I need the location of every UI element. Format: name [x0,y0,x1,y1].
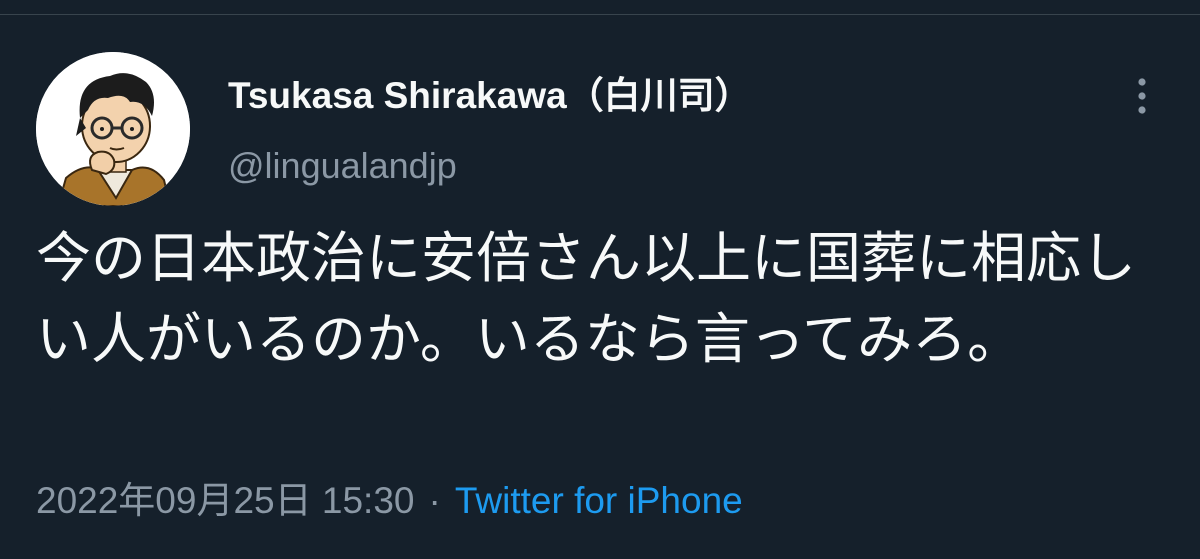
tweet-source-link[interactable]: Twitter for iPhone [455,480,743,521]
more-options-button[interactable] [1124,72,1160,120]
tweet-timestamp[interactable]: 2022年09月25日 15:30 [36,480,415,521]
author-handle[interactable]: @lingualandjp [228,144,457,188]
cartoon-man-with-glasses-avatar [36,52,190,206]
top-divider [0,14,1200,15]
more-vertical-icon [1138,78,1146,114]
author-display-name[interactable]: Tsukasa Shirakawa（白川司） [228,74,752,118]
tweet-text: 今の日本政治に安倍さん以上に国葬に相応しい人がいるのか。いるなら言ってみろ。 [36,226,1137,371]
avatar[interactable] [36,52,190,206]
tweet-metadata: 2022年09月25日 15:30 · Twitter for iPhone [36,478,743,524]
metadata-separator: · [428,480,441,521]
